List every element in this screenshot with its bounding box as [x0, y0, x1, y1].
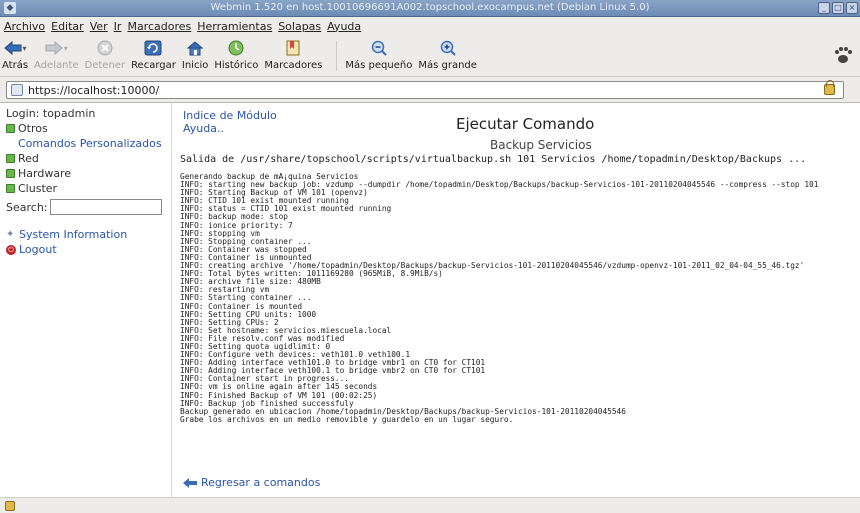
log-line: INFO: Setting CPU units: 1000: [180, 309, 317, 319]
back-label: Atrás: [2, 60, 29, 71]
history-button[interactable]: Histórico: [214, 35, 258, 75]
login-label: Login: topadmin: [6, 107, 96, 120]
maximize-icon[interactable]: □: [832, 2, 844, 14]
reload-label: Recargar: [131, 60, 176, 71]
globe-icon: ✦: [6, 228, 15, 240]
system-information-label: System Information: [19, 228, 128, 241]
reload-button[interactable]: Recargar: [131, 35, 176, 75]
green-square-icon: [6, 184, 15, 193]
menu-ver[interactable]: Ver: [90, 20, 108, 33]
bookmarks-icon: [286, 40, 300, 56]
green-square-icon: [6, 154, 15, 163]
search-input[interactable]: [49, 199, 162, 215]
page-subtitle: Backup Servicios: [490, 138, 592, 152]
menu-herramientas[interactable]: Herramientas: [197, 20, 272, 33]
home-icon: [186, 41, 204, 56]
menu-solapas[interactable]: Solapas: [278, 20, 321, 33]
site-identity-icon[interactable]: [11, 84, 23, 96]
logout-label: Logout: [19, 243, 57, 256]
history-label: Histórico: [214, 60, 259, 71]
stop-label: Detener: [84, 60, 126, 71]
left-arrow-icon: [183, 477, 197, 488]
command-output-log: Generando backup de mÃ¡quina Servicios IN…: [180, 173, 860, 424]
browser-throbber-icon: [835, 47, 852, 63]
url-text: https://localhost:10000/: [28, 83, 160, 97]
forward-label: Adelante: [34, 60, 79, 71]
webmin-sidebar: Login: topadmin Otros Comandos Personali…: [0, 103, 172, 497]
log-line: INFO: archive file size: 480MB: [180, 277, 321, 287]
page-title: Ejecutar Comando: [456, 115, 595, 133]
category-red[interactable]: Red: [6, 151, 171, 166]
category-hardware[interactable]: Hardware: [6, 166, 171, 181]
menu-marcadores[interactable]: Marcadores: [127, 20, 191, 33]
comandos-personalizados-link[interactable]: Comandos Personalizados: [6, 136, 171, 151]
status-lock-icon: [5, 501, 15, 511]
status-bar: [0, 497, 860, 513]
return-to-commands-link[interactable]: Regresar a comandos: [183, 476, 320, 489]
zoom-out-icon: [371, 40, 387, 56]
category-otros[interactable]: Otros: [6, 121, 171, 136]
logout-link[interactable]: ⏻ Logout: [6, 242, 171, 257]
forward-arrow-icon: [45, 40, 63, 56]
category-label: Otros: [18, 122, 48, 135]
back-button[interactable]: ▾ Atrás: [2, 35, 28, 75]
category-label: Cluster: [18, 182, 58, 195]
location-bar: https://localhost:10000/: [0, 77, 860, 103]
url-input[interactable]: https://localhost:10000/: [6, 80, 844, 99]
zoom-in-button[interactable]: Más grande: [418, 35, 477, 75]
window-titlebar[interactable]: ◆ Webmin 1.520 en host.10010696691A002.t…: [0, 0, 860, 17]
navigation-toolbar: ▾ Atrás ▾ Adelante Detener Recargar Inic…: [0, 35, 860, 77]
back-dropdown-icon[interactable]: ▾: [23, 44, 27, 53]
menu-ayuda[interactable]: Ayuda: [327, 20, 361, 33]
menubar: Archivo Editar Ver Ir Marcadores Herrami…: [0, 17, 860, 35]
zoom-in-icon: [440, 40, 456, 56]
menu-editar[interactable]: Editar: [51, 20, 84, 33]
top-links: Indice de Módulo Ayuda..: [183, 109, 277, 135]
search-row: Search:: [6, 199, 171, 215]
home-button[interactable]: Inicio: [182, 35, 208, 75]
menu-archivo[interactable]: Archivo: [4, 20, 45, 33]
category-cluster[interactable]: Cluster: [6, 181, 171, 196]
window-controls: _ □ ×: [818, 2, 858, 14]
window-menu-icon[interactable]: ◆: [4, 2, 16, 14]
home-label: Inicio: [181, 60, 209, 71]
command-output-header: Salida de /usr/share/topschool/scripts/v…: [180, 154, 807, 165]
history-icon: [228, 40, 244, 56]
category-label: Hardware: [18, 167, 72, 180]
toolbar-separator: [336, 41, 338, 71]
log-line: INFO: ionice priority: 7: [180, 220, 293, 230]
window-title: Webmin 1.520 en host.10010696691A002.top…: [210, 2, 650, 13]
page-content: Login: topadmin Otros Comandos Personali…: [0, 103, 860, 497]
help-link[interactable]: Ayuda..: [183, 122, 277, 135]
reload-icon: [144, 40, 162, 56]
stop-button[interactable]: Detener: [84, 35, 126, 75]
system-information-link[interactable]: ✦ System Information: [6, 227, 171, 242]
bookmarks-button[interactable]: Marcadores: [264, 35, 322, 75]
zoom-out-button[interactable]: Más pequeño: [345, 35, 412, 75]
zoom-in-label: Más grande: [418, 60, 477, 71]
zoom-out-label: Más pequeño: [345, 60, 413, 71]
minimize-icon[interactable]: _: [818, 2, 830, 14]
bookmarks-label: Marcadores: [264, 60, 323, 71]
green-square-icon: [6, 169, 15, 178]
logout-icon: ⏻: [6, 244, 16, 255]
log-line: Grabe los archivos en un medio removible…: [180, 414, 514, 424]
menu-ir[interactable]: Ir: [114, 20, 122, 33]
category-label: Red: [18, 152, 39, 165]
close-icon[interactable]: ×: [846, 2, 858, 14]
green-square-icon: [6, 124, 15, 133]
forward-button[interactable]: ▾ Adelante: [34, 35, 79, 75]
main-pane: Indice de Módulo Ayuda.. Ejecutar Comand…: [180, 103, 860, 497]
module-index-link[interactable]: Indice de Módulo: [183, 109, 277, 122]
search-label: Search:: [6, 200, 48, 214]
lock-icon[interactable]: [824, 80, 835, 95]
back-arrow-icon: [3, 40, 22, 56]
forward-dropdown-icon[interactable]: ▾: [64, 44, 68, 53]
stop-icon: [97, 40, 113, 56]
return-label: Regresar a comandos: [201, 476, 321, 489]
